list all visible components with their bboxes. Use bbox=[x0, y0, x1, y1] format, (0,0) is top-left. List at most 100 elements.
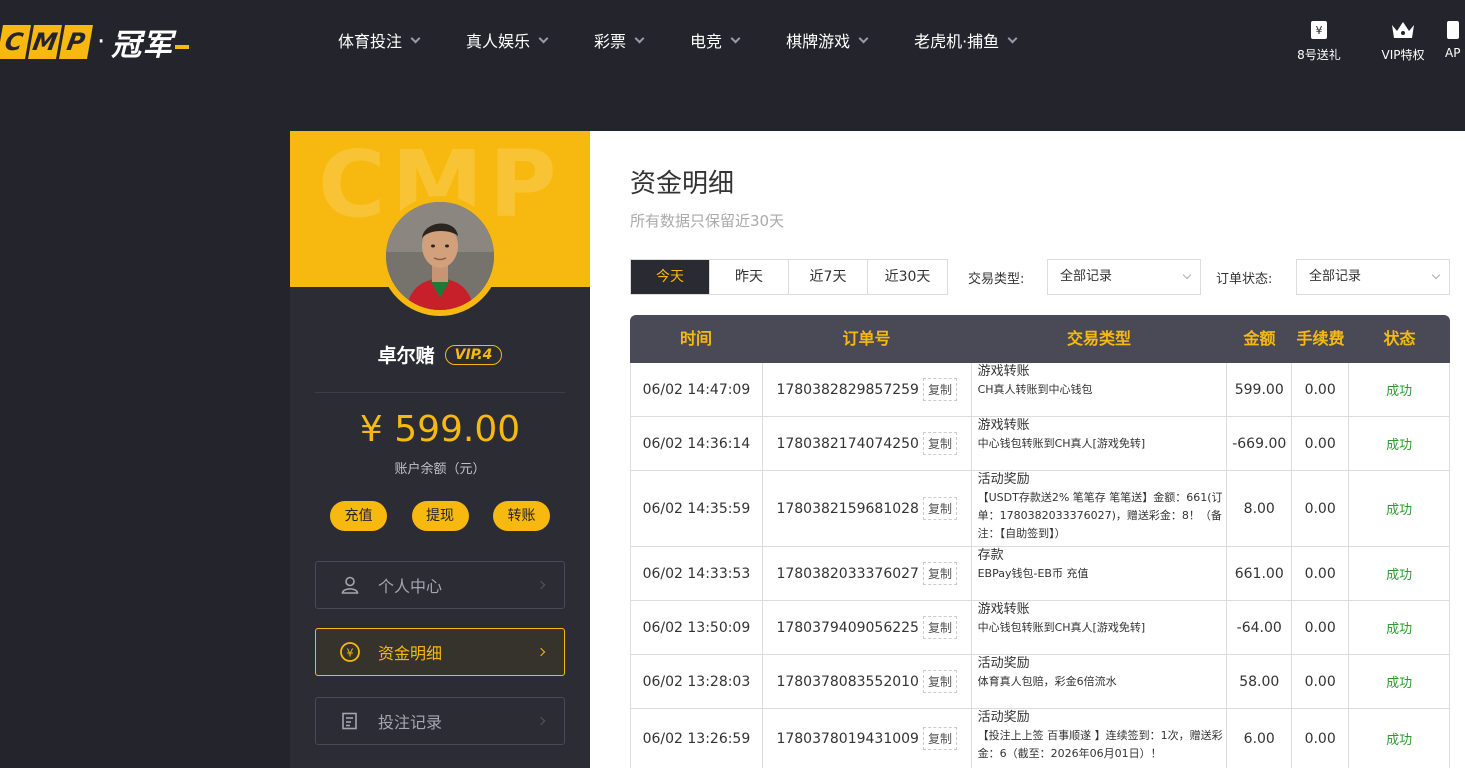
copy-button[interactable]: 复制 bbox=[922, 378, 957, 401]
sidebar-item-personal-center[interactable]: 个人中心 bbox=[315, 561, 565, 609]
cell-order: 1780378019431009 复制 bbox=[763, 709, 972, 768]
logo-letter: P bbox=[59, 25, 93, 59]
transaction-type: 游戏转账 bbox=[977, 602, 1030, 617]
tab-last-7-days[interactable]: 近7天 bbox=[789, 260, 868, 294]
logo-text: 冠军 bbox=[111, 20, 189, 64]
cell-time: 06/02 14:36:14 bbox=[631, 417, 763, 470]
nav-label: 真人娱乐 bbox=[466, 32, 531, 51]
transfer-button[interactable]: 转账 bbox=[493, 501, 550, 531]
tab-yesterday[interactable]: 昨天 bbox=[710, 260, 789, 294]
status-filter-select[interactable]: 全部记录 bbox=[1296, 259, 1450, 295]
cell-order: 1780379409056225 复制 bbox=[763, 601, 972, 654]
yuan-coin-icon: ¥ bbox=[338, 641, 362, 663]
cell-status: 成功 bbox=[1349, 547, 1451, 600]
nav-item-card-games[interactable]: 棋牌游戏 bbox=[786, 28, 869, 52]
top-bar: C M P · 冠军 体育投注 真人娱乐 彩票 电竞 棋牌游戏 老虎机·捕鱼 ¥… bbox=[0, 0, 1465, 82]
copy-button[interactable]: 复制 bbox=[922, 670, 957, 693]
tab-last-30-days[interactable]: 近30天 bbox=[868, 260, 947, 294]
username: 卓尔赌 bbox=[377, 345, 435, 367]
cell-amount: 8.00 bbox=[1227, 471, 1293, 546]
transaction-type: 存款 bbox=[977, 548, 1004, 563]
bet-record-icon bbox=[338, 711, 362, 731]
nav-item-lottery[interactable]: 彩票 bbox=[594, 28, 645, 52]
transaction-type: 活动奖励 bbox=[977, 472, 1030, 487]
transactions-table: 时间 订单号 交易类型 金额 手续费 状态 06/02 14:47:09 1780… bbox=[630, 315, 1451, 768]
cell-type: 游戏转账 中心钱包转账到CH真人[游戏免转] bbox=[972, 417, 1228, 470]
sidebar-item-bet-records[interactable]: 投注记录 bbox=[315, 697, 565, 745]
app-icon bbox=[1445, 18, 1465, 42]
column-header-status: 状态 bbox=[1383, 329, 1416, 348]
table-header: 时间 订单号 交易类型 金额 手续费 状态 bbox=[630, 315, 1450, 363]
order-number: 1780382174074250 bbox=[776, 435, 919, 452]
chevron-down-icon bbox=[1431, 270, 1441, 280]
page-subtitle: 所有数据只保留近30天 bbox=[630, 212, 785, 230]
status-filter-label: 订单状态: bbox=[1216, 272, 1273, 287]
cell-fee: 0.00 bbox=[1292, 363, 1350, 416]
cell-order: 1780382174074250 复制 bbox=[763, 417, 972, 470]
user-icon bbox=[338, 575, 362, 595]
nav-label: 体育投注 bbox=[338, 32, 403, 51]
cell-order: 1780382829857259 复制 bbox=[763, 363, 972, 416]
logo[interactable]: C M P · 冠军 bbox=[0, 20, 189, 64]
cell-fee: 0.00 bbox=[1292, 471, 1350, 546]
nav-item-esports[interactable]: 电竞 bbox=[690, 28, 741, 52]
copy-button[interactable]: 复制 bbox=[922, 497, 957, 520]
api-label: AP bbox=[1445, 46, 1461, 60]
column-header-amount: 金额 bbox=[1243, 329, 1276, 348]
sidebar-item-fund-details[interactable]: ¥ 资金明细 bbox=[315, 628, 565, 676]
avatar-image bbox=[386, 202, 494, 310]
chevron-down-icon bbox=[730, 33, 741, 43]
sidebar-item-label: 个人中心 bbox=[378, 577, 443, 596]
wallet-actions: 充值 提现 转账 bbox=[330, 501, 550, 531]
cell-fee: 0.00 bbox=[1292, 655, 1350, 708]
vip-badge: VIP.4 bbox=[444, 344, 503, 365]
logo-letter: C bbox=[0, 25, 31, 59]
balance-label: 账户余额（元） bbox=[394, 462, 486, 477]
copy-button[interactable]: 复制 bbox=[922, 432, 957, 455]
cell-amount: 599.00 bbox=[1227, 363, 1293, 416]
nav-item-slots-fishing[interactable]: 老虎机·捕鱼 bbox=[914, 28, 1018, 52]
sidebar: CMP 卓尔赌 VIP.4 ¥ 599.00 账户余额（元） 充值 提现 转账 bbox=[290, 131, 590, 768]
nav-item-live-casino[interactable]: 真人娱乐 bbox=[466, 28, 549, 52]
column-header-order: 订单号 bbox=[842, 329, 891, 348]
transaction-detail: 【USDT存款送2% 笔笔存 笔笔送】金额：661(订单：17803820333… bbox=[977, 491, 1223, 540]
table-row: 06/02 14:35:59 1780382159681028 复制 活动奖励 【USD… bbox=[630, 471, 1451, 547]
copy-button[interactable]: 复制 bbox=[922, 562, 957, 585]
cell-status: 成功 bbox=[1349, 709, 1451, 768]
logo-letter: M bbox=[28, 25, 62, 59]
cell-type: 存款 EBPay钱包-EB币 充值 bbox=[972, 547, 1228, 600]
column-header-time: 时间 bbox=[679, 329, 712, 348]
cell-time: 06/02 14:47:09 bbox=[631, 363, 763, 416]
nav-item-sports[interactable]: 体育投注 bbox=[338, 28, 421, 52]
cell-order: 1780378083552010 复制 bbox=[763, 655, 972, 708]
chevron-down-icon bbox=[634, 33, 645, 43]
withdraw-button[interactable]: 提现 bbox=[411, 501, 469, 531]
order-number: 1780382829857259 bbox=[776, 381, 919, 398]
main-nav: 体育投注 真人娱乐 彩票 电竞 棋牌游戏 老虎机·捕鱼 bbox=[338, 28, 1063, 52]
vip-link[interactable]: VIP特权 bbox=[1361, 18, 1445, 63]
chevron-down-icon bbox=[538, 33, 549, 43]
gift-link[interactable]: ¥ 8号送礼 bbox=[1277, 18, 1361, 63]
gift-icon: ¥ bbox=[1277, 18, 1361, 42]
cell-status: 成功 bbox=[1349, 417, 1451, 470]
chevron-down-icon bbox=[410, 33, 421, 43]
logo-letters: C M P bbox=[0, 25, 93, 59]
cell-amount: -669.00 bbox=[1227, 417, 1293, 470]
chevron-down-icon bbox=[858, 33, 869, 43]
api-link[interactable]: AP bbox=[1445, 18, 1465, 63]
tab-today[interactable]: 今天 bbox=[631, 260, 710, 294]
copy-button[interactable]: 复制 bbox=[922, 616, 957, 639]
status-filter-value: 全部记录 bbox=[1309, 269, 1362, 284]
user-info: 卓尔赌 VIP.4 bbox=[290, 341, 590, 368]
transaction-detail: 【投注上上签 百事顺遂 】连续签到：1次，赠送彩金：6（截至：2026年06月0… bbox=[977, 729, 1223, 760]
copy-button[interactable]: 复制 bbox=[922, 727, 957, 750]
type-filter-select[interactable]: 全部记录 bbox=[1047, 259, 1201, 295]
balance-amount: ¥ 599.00 bbox=[359, 409, 521, 450]
avatar[interactable] bbox=[380, 196, 500, 316]
logo-dot: · bbox=[97, 27, 106, 57]
date-range-tabs: 今天 昨天 近7天 近30天 bbox=[630, 259, 948, 295]
deposit-button[interactable]: 充值 bbox=[330, 501, 387, 531]
cell-type: 活动奖励 体育真人包赔，彩金6倍流水 bbox=[972, 655, 1228, 708]
vip-label: VIP特权 bbox=[1381, 48, 1425, 62]
chevron-right-icon bbox=[536, 647, 546, 657]
